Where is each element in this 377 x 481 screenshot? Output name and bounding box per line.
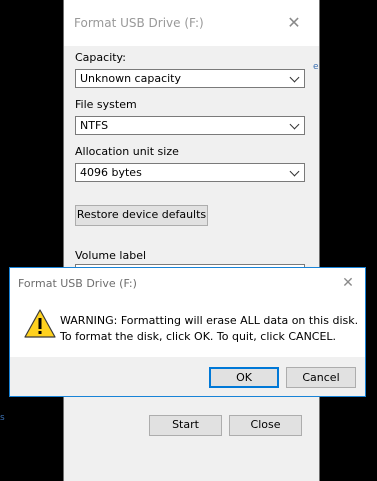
file-system-select[interactable]: NTFS — [75, 116, 305, 135]
dialog-button-bar: OK Cancel — [10, 357, 365, 396]
close-button[interactable]: Close — [229, 415, 302, 436]
file-system-label: File system — [75, 98, 137, 111]
capacity-label: Capacity: — [75, 51, 126, 64]
chevron-down-icon — [289, 72, 300, 83]
chevron-down-icon — [289, 166, 300, 177]
ok-button[interactable]: OK — [209, 367, 279, 388]
warning-dialog: Format USB Drive (F:) ✕ WARNING: Formatt… — [9, 267, 366, 397]
chevron-down-icon — [289, 119, 300, 130]
warning-icon — [24, 308, 56, 340]
capacity-select-value: Unknown capacity — [80, 72, 181, 85]
volume-label-label: Volume label — [75, 249, 147, 262]
cancel-button[interactable]: Cancel — [286, 367, 356, 388]
format-window: Format USB Drive (F:) ✕ Capacity: Unknow… — [63, 0, 320, 481]
background-window-fragment: s — [0, 413, 5, 423]
format-window-title: Format USB Drive (F:) — [74, 16, 204, 30]
warning-message-line-1: WARNING: Formatting will erase ALL data … — [60, 314, 359, 327]
dialog-close-icon[interactable]: ✕ — [339, 275, 357, 291]
allocation-unit-select-value: 4096 bytes — [80, 166, 142, 179]
dialog-title: Format USB Drive (F:) — [18, 277, 137, 290]
file-system-select-value: NTFS — [80, 119, 109, 132]
restore-defaults-button[interactable]: Restore device defaults — [75, 205, 208, 226]
format-window-close-icon[interactable]: ✕ — [285, 15, 303, 31]
warning-message-line-2: To format the disk, click OK. To quit, c… — [60, 330, 337, 343]
capacity-select[interactable]: Unknown capacity — [75, 69, 305, 88]
start-button[interactable]: Start — [149, 415, 222, 436]
background-window-fragment: e — [313, 62, 319, 72]
allocation-unit-select[interactable]: 4096 bytes — [75, 163, 305, 182]
format-window-titlebar: Format USB Drive (F:) ✕ — [64, 0, 319, 46]
allocation-unit-label: Allocation unit size — [75, 145, 179, 158]
